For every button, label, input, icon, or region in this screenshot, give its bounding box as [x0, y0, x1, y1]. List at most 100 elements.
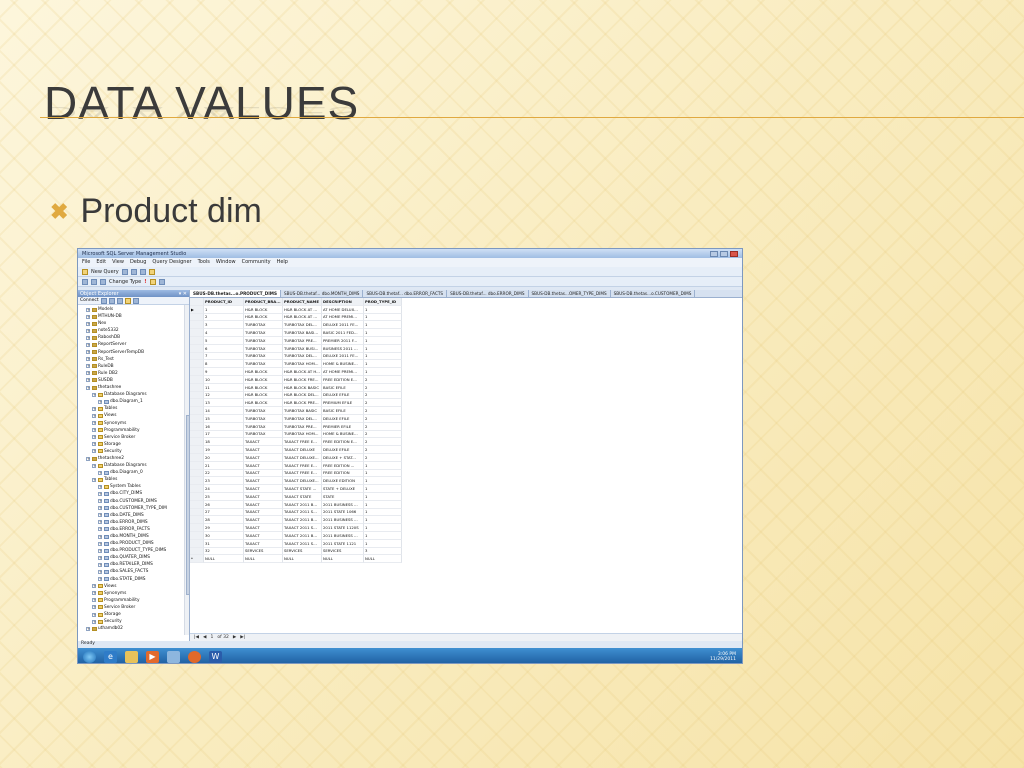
tree-node[interactable]: + dbo.RETAILER_DIMS: [78, 561, 189, 568]
table-row[interactable]: 27 TAXACT TAXACT 2011 S... 2011 STATE 1066 1: [190, 508, 402, 517]
table-cell[interactable]: 6: [204, 344, 244, 353]
table-cell[interactable]: SERVICES: [244, 547, 283, 556]
table-cell[interactable]: 13: [204, 399, 244, 408]
table-cell[interactable]: TAXACT DELUXE: [283, 446, 322, 454]
expand-icon[interactable]: +: [92, 435, 96, 440]
expand-icon[interactable]: +: [98, 570, 102, 575]
table-cell[interactable]: NULL: [204, 555, 244, 564]
expand-icon[interactable]: +: [92, 421, 96, 426]
tree-node[interactable]: + Rs_Test: [78, 356, 189, 363]
tree-node[interactable]: + Tables: [78, 405, 189, 412]
maximize-button[interactable]: [720, 250, 728, 257]
table-cell[interactable]: H&R BLOCK AT ...: [283, 313, 322, 322]
tree-node[interactable]: + note5332: [78, 327, 189, 334]
document-tab[interactable]: SBUS-DB.thetaf... dbo.ERROR_DIMS: [447, 290, 529, 297]
table-cell[interactable]: FREE EDITION E...: [322, 438, 364, 447]
row-selector[interactable]: [190, 524, 204, 532]
table-cell[interactable]: PREMIUM EFILE: [322, 399, 364, 408]
table-cell[interactable]: 2: [204, 313, 244, 322]
expand-icon[interactable]: +: [98, 577, 102, 582]
table-cell[interactable]: 3: [364, 547, 402, 556]
menu-item-community[interactable]: Community: [242, 259, 271, 266]
table-cell[interactable]: AT HOME PREMI...: [322, 368, 364, 376]
tree-node[interactable]: + RaboshDB: [78, 334, 189, 341]
table-cell[interactable]: 2: [364, 391, 402, 400]
row-selector[interactable]: [190, 336, 204, 345]
table-cell[interactable]: H&R BLOCK BASIC: [283, 383, 322, 392]
table-cell[interactable]: STATE + DELUXE: [322, 485, 364, 493]
table-cell[interactable]: STATE: [322, 492, 364, 501]
show-criteria-icon[interactable]: [91, 278, 97, 285]
table-row[interactable]: 29 TAXACT TAXACT 2011 S... 2011 STATE 1120S…: [190, 524, 402, 532]
row-selector[interactable]: [190, 360, 204, 369]
activity-monitor-icon[interactable]: [148, 268, 155, 275]
row-selector[interactable]: ▶: [190, 305, 204, 314]
expand-icon[interactable]: +: [86, 335, 90, 340]
table-cell[interactable]: H&R BLOCK AT ...: [283, 305, 322, 314]
table-row[interactable]: 16 TURBOTAX TURBOTAX PRE... PREMIER EFILE 2: [190, 422, 402, 431]
table-cell[interactable]: TURBOTAX: [244, 360, 283, 369]
table-cell[interactable]: TAXACT: [244, 453, 283, 462]
table-cell[interactable]: 12: [204, 391, 244, 400]
table-cell[interactable]: TAXACT: [244, 477, 283, 486]
save-icon[interactable]: [130, 268, 137, 275]
expand-icon[interactable]: +: [98, 548, 102, 553]
tree-node[interactable]: + Tables: [78, 476, 189, 483]
table-row[interactable]: 23 TAXACT TAXACT DELUXE... DELUXE EDITION 1: [190, 477, 402, 486]
expand-icon[interactable]: +: [92, 463, 96, 468]
table-row[interactable]: 17 TURBOTAX TURBOTAX HOM... HOME & BUSINE..…: [190, 430, 402, 439]
menu-item-file[interactable]: File: [82, 259, 90, 266]
table-cell[interactable]: TAXACT: [244, 485, 283, 493]
tree-node[interactable]: + Programmability: [78, 597, 189, 604]
table-cell[interactable]: TAXACT: [244, 531, 283, 540]
row-selector[interactable]: *: [190, 555, 204, 564]
menu-item-edit[interactable]: Edit: [96, 259, 106, 266]
table-cell[interactable]: 23: [204, 477, 244, 486]
tree-node[interactable]: + Service Broker: [78, 604, 189, 611]
table-cell[interactable]: TAXACT: [244, 492, 283, 501]
table-cell[interactable]: TAXACT: [244, 446, 283, 454]
group-by-icon[interactable]: [158, 278, 165, 285]
refresh-icon[interactable]: [132, 297, 139, 304]
row-selector[interactable]: [190, 399, 204, 408]
tree-node[interactable]: + dbo.SALES_FACTS: [78, 568, 189, 575]
table-cell[interactable]: 31: [204, 539, 244, 548]
table-cell[interactable]: 2: [364, 453, 402, 462]
table-cell[interactable]: 21: [204, 461, 244, 470]
table-cell[interactable]: 22: [204, 469, 244, 478]
table-row[interactable]: 2 H&R BLOCK H&R BLOCK AT ... AT HOME PREMI.…: [190, 313, 402, 322]
menu-item-query-designer[interactable]: Query Designer: [152, 259, 191, 266]
disconnect-icon[interactable]: [108, 297, 115, 304]
expand-icon[interactable]: +: [92, 619, 96, 624]
expand-icon[interactable]: +: [92, 584, 96, 589]
row-selector[interactable]: [190, 453, 204, 462]
expand-icon[interactable]: +: [86, 314, 90, 319]
table-cell[interactable]: H&R BLOCK: [244, 305, 283, 314]
table-row[interactable]: 26 TAXACT TAXACT 2011 B... 2011 BUSINESS ..…: [190, 500, 402, 509]
table-row[interactable]: ▶ 1 H&R BLOCK H&R BLOCK AT ... AT HOME DELUX…: [190, 305, 402, 314]
firefox-icon[interactable]: [188, 650, 201, 663]
tree-node[interactable]: + dbo.PRODUCT_TYPE_DIMS: [78, 547, 189, 554]
expand-icon[interactable]: +: [86, 357, 90, 362]
first-record-icon[interactable]: |◀: [194, 635, 199, 640]
table-cell[interactable]: 4: [204, 329, 244, 337]
show-sql-icon[interactable]: [100, 278, 106, 285]
table-cell[interactable]: 32: [204, 547, 244, 556]
table-cell[interactable]: 2: [364, 383, 402, 392]
menu-item-debug[interactable]: Debug: [130, 259, 146, 266]
expand-icon[interactable]: +: [86, 378, 90, 383]
table-cell[interactable]: 11: [204, 383, 244, 392]
table-cell[interactable]: TURBOTAX: [244, 430, 283, 439]
table-row[interactable]: 13 H&R BLOCK H&R BLOCK PRE... PREMIUM EFILE…: [190, 399, 402, 408]
table-cell[interactable]: TURBOTAX: [244, 407, 283, 415]
table-cell[interactable]: 17: [204, 430, 244, 439]
table-cell[interactable]: 1: [364, 539, 402, 548]
menu-item-help[interactable]: Help: [277, 259, 288, 266]
prev-record-icon[interactable]: ◀: [203, 635, 206, 640]
table-cell[interactable]: DELUXE EFILE: [322, 446, 364, 454]
expand-icon[interactable]: +: [98, 541, 102, 546]
table-cell[interactable]: TAXACT: [244, 469, 283, 478]
document-tab[interactable]: SBUS-DB.thetaf... dbo.ERROR_FACTS: [363, 290, 448, 297]
table-cell[interactable]: 2: [364, 407, 402, 415]
expand-icon[interactable]: +: [86, 364, 90, 369]
